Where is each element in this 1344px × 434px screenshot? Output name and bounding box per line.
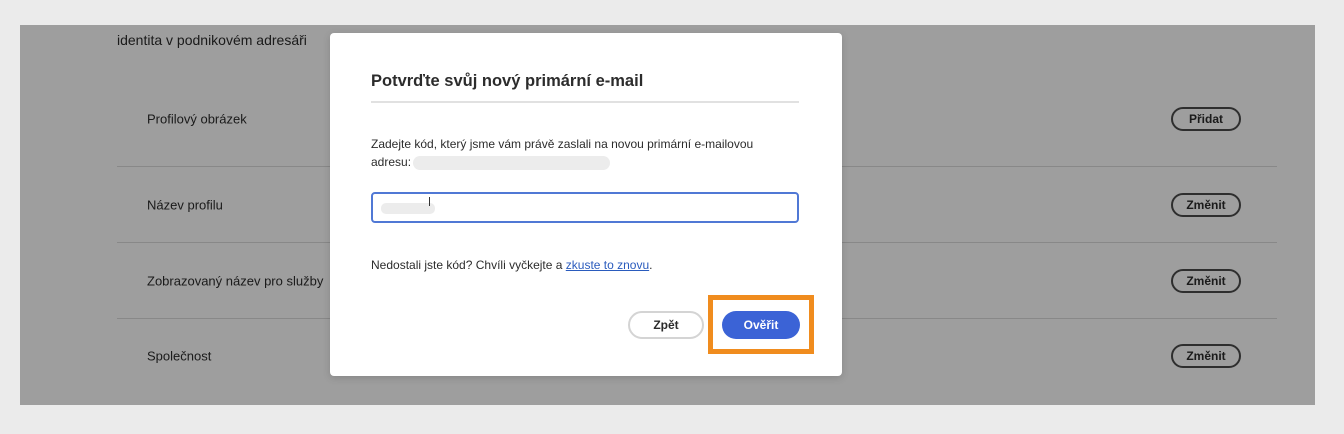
dialog-title: Potvrďte svůj nový primární e-mail (371, 72, 644, 90)
redacted-code (381, 203, 435, 214)
dialog-divider (371, 101, 799, 103)
resend-suffix: . (649, 258, 653, 272)
redacted-email (413, 155, 611, 170)
dialog-instruction: Zadejte kód, který jsme vám právě zaslal… (371, 135, 791, 171)
verify-button[interactable]: Ověřit (722, 311, 800, 339)
resend-prefix: Nedostali jste kód? Chvíli vyčkejte a (371, 258, 566, 272)
confirm-email-dialog: Potvrďte svůj nový primární e-mail Zadej… (330, 33, 842, 376)
retry-link[interactable]: zkuste to znovu (566, 258, 649, 272)
back-button[interactable]: Zpět (628, 311, 704, 339)
resend-text: Nedostali jste kód? Chvíli vyčkejte a zk… (371, 258, 653, 272)
text-caret (429, 197, 430, 206)
verification-code-input[interactable] (371, 192, 799, 223)
